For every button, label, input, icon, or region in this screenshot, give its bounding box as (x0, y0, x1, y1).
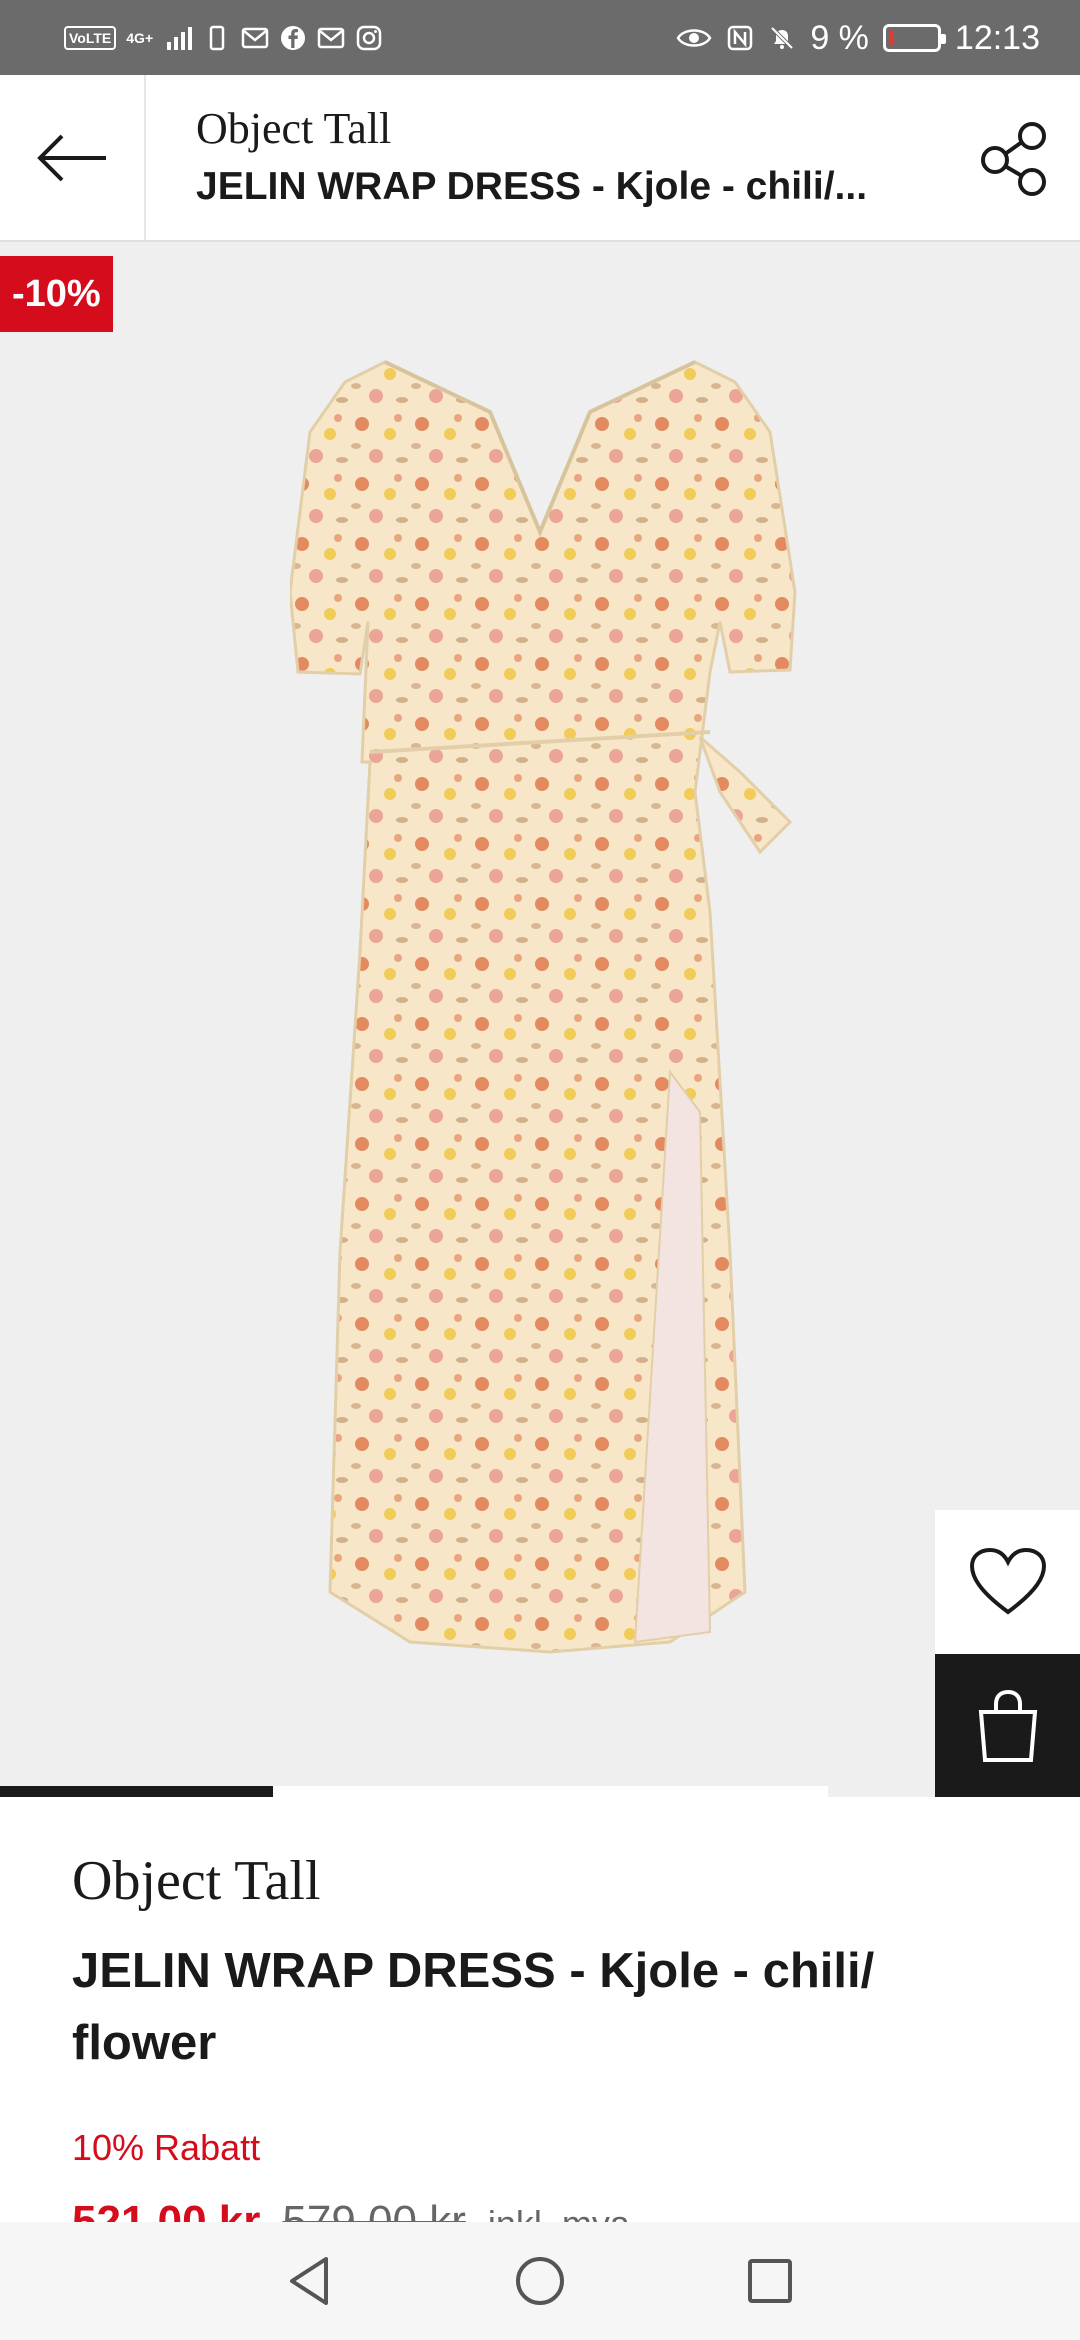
product-info: Object Tall JELIN WRAP DRESS - Kjole - c… (0, 1797, 1080, 2222)
header-title: JELIN WRAP DRESS - Kjole - chili/... (196, 165, 868, 208)
mail-icon-2 (317, 27, 345, 49)
triangle-back-icon (290, 2257, 328, 2305)
status-left: VoLTE 4G+ (64, 18, 383, 58)
circle-home-icon (516, 2257, 564, 2305)
nfc-icon (728, 25, 753, 51)
facebook-icon (281, 26, 306, 50)
status-right: 9 % 12:13 (676, 18, 1040, 58)
system-nav-bar (0, 2222, 1080, 2340)
price-current: 521,00 kr (72, 2197, 261, 2222)
favorite-button[interactable] (935, 1510, 1080, 1654)
phone-icon (209, 25, 225, 51)
price-original: 579,00 kr (282, 2197, 466, 2222)
carousel-progress-fill (0, 1786, 274, 1797)
price-row: 521,00 kr 579,00 kr inkl. mva. (72, 2197, 640, 2222)
product-brand[interactable]: Object Tall (72, 1849, 321, 1913)
heart-icon (969, 1547, 1046, 1615)
clock: 12:13 (954, 18, 1040, 57)
product-title: JELIN WRAP DRESS - Kjole - chili/ flower (72, 1944, 875, 2070)
app-header: Object Tall JELIN WRAP DRESS - Kjole - c… (0, 75, 1080, 242)
mute-bell-icon (770, 26, 794, 50)
product-image-carousel[interactable]: -10% (0, 242, 1080, 1797)
share-icon (981, 122, 1046, 196)
battery-fill (888, 30, 893, 46)
header-brand: Object Tall (196, 104, 392, 153)
discount-badge: -10% (0, 256, 113, 332)
arrow-left-icon (37, 134, 106, 181)
nav-home-button[interactable] (510, 2251, 570, 2311)
shopping-bag-icon (978, 1689, 1037, 1762)
signal-icon (167, 27, 193, 50)
back-button[interactable] (0, 75, 146, 240)
dress-image (290, 360, 797, 1654)
vat-note: inkl. mva. (488, 2203, 640, 2222)
status-bar: VoLTE 4G+ 9 % 12:13 (0, 0, 1080, 75)
eye-icon (676, 29, 712, 47)
discount-text: 10% Rabatt (72, 2127, 261, 2168)
carousel-progress (0, 1786, 828, 1797)
add-to-bag-button[interactable] (935, 1654, 1080, 1797)
battery-icon (882, 24, 946, 52)
battery-percent: 9 % (810, 18, 869, 57)
nav-back-button[interactable] (280, 2251, 340, 2311)
instagram-icon (356, 25, 382, 51)
volte-indicator: VoLTE (64, 26, 117, 50)
network-type: 4G+ (126, 30, 154, 46)
mail-icon (241, 27, 269, 49)
share-button[interactable] (974, 117, 1056, 199)
square-recents-icon (748, 2259, 792, 2303)
nav-recents-button[interactable] (740, 2251, 800, 2311)
